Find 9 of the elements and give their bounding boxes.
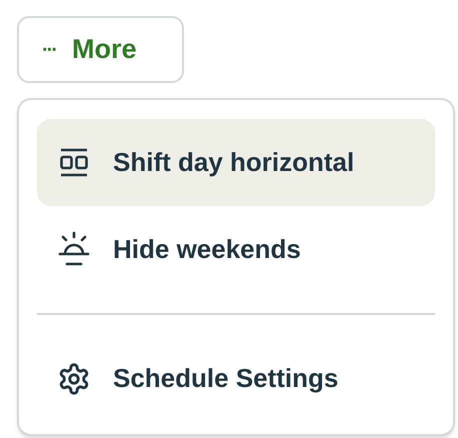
menu-item[interactable]: Hide weekends — [37, 206, 435, 293]
more-label: More — [72, 33, 136, 66]
columns-icon — [59, 146, 89, 178]
more-icon: ··· — [42, 40, 56, 60]
more-button[interactable]: ··· More — [17, 16, 184, 83]
sunrise-icon — [58, 230, 90, 268]
menu-item[interactable]: Schedule Settings — [37, 335, 435, 422]
menu-item[interactable]: Shift day horizontal — [37, 119, 435, 206]
settings-icon — [57, 362, 91, 396]
